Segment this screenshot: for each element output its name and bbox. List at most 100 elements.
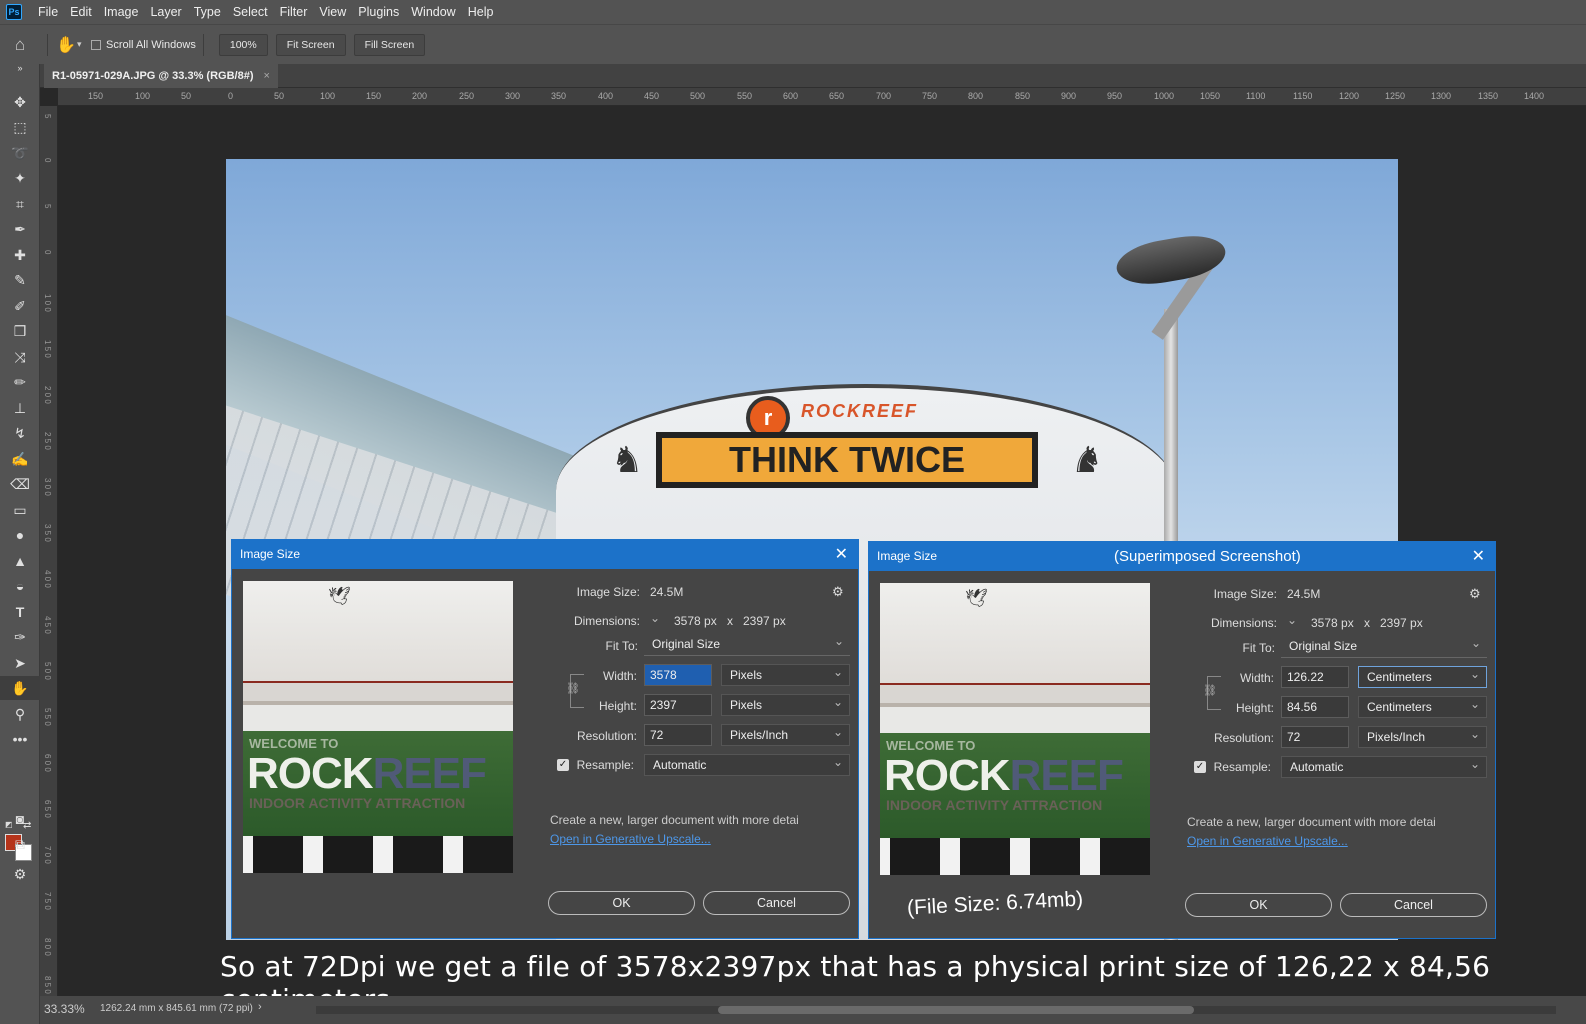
- ruler-tick: 6 5 0: [43, 800, 52, 818]
- preview-windows: [880, 838, 1150, 875]
- chevron-down-icon[interactable]: ▾: [77, 39, 91, 50]
- fit-to-select[interactable]: Original Size: [644, 631, 850, 656]
- close-icon[interactable]: ✕: [835, 540, 848, 569]
- shuffle-tool-icon[interactable]: ⤨: [0, 345, 40, 369]
- clone-stamp-icon[interactable]: ⊥: [0, 396, 40, 420]
- collapse-icon[interactable]: »: [0, 63, 40, 73]
- eraser-tool-icon[interactable]: ⌫: [0, 472, 40, 496]
- gear-icon[interactable]: ⚙: [1469, 586, 1481, 602]
- ruler-tick: 650: [829, 91, 845, 101]
- ok-button[interactable]: OK: [1185, 893, 1332, 917]
- menu-select[interactable]: Select: [227, 0, 274, 24]
- quick-mask-icon[interactable]: ◙: [0, 807, 40, 831]
- ruler-tick: 1 0 0: [43, 294, 52, 312]
- height-unit-select[interactable]: Centimeters: [1358, 694, 1487, 718]
- horizontal-scrollbar[interactable]: [316, 1006, 1556, 1014]
- width-unit-select[interactable]: Centimeters: [1358, 664, 1487, 688]
- fit-screen-button[interactable]: Fit Screen: [275, 33, 346, 56]
- close-icon[interactable]: ×: [264, 64, 270, 88]
- menu-help[interactable]: Help: [462, 0, 500, 24]
- cancel-button[interactable]: Cancel: [703, 891, 850, 915]
- blur-tool-icon[interactable]: ●: [0, 523, 40, 547]
- ruler-tick: 4 5 0: [43, 616, 52, 634]
- menu-file[interactable]: File: [32, 0, 64, 24]
- fill-screen-button[interactable]: Fill Screen: [353, 33, 426, 56]
- ruler-tick: 200: [412, 91, 428, 101]
- resolution-unit-select[interactable]: Pixels/Inch: [1358, 724, 1487, 748]
- menu-view[interactable]: View: [313, 0, 352, 24]
- image-preview[interactable]: 🕊 WELCOME TO ROCKREEF INDOOR ACTIVITY AT…: [243, 581, 513, 873]
- seahorse-icon: ♞: [1071, 439, 1104, 480]
- scroll-all-checkbox[interactable]: [91, 39, 101, 50]
- screen-mode-icon[interactable]: ⧉: [0, 832, 40, 856]
- menu-layer[interactable]: Layer: [144, 0, 187, 24]
- height-field[interactable]: 84.56: [1281, 696, 1349, 718]
- brush-tool-icon[interactable]: ✎: [0, 268, 40, 292]
- dodge-tool-icon[interactable]: ◒: [0, 574, 40, 598]
- healing-brush-icon[interactable]: ✚: [0, 243, 40, 267]
- menu-filter[interactable]: Filter: [274, 0, 314, 24]
- resolution-field[interactable]: 72: [644, 724, 712, 746]
- width-field[interactable]: 126.22: [1281, 666, 1349, 688]
- ruler-tick: 50: [181, 91, 192, 101]
- cancel-button[interactable]: Cancel: [1340, 893, 1487, 917]
- height-field[interactable]: 2397: [644, 694, 712, 716]
- link-icon[interactable]: ⛓: [566, 682, 580, 695]
- link-icon[interactable]: ⛓: [1203, 684, 1217, 697]
- ruler-tick: 2 0 0: [43, 386, 52, 404]
- generative-icon[interactable]: ⚙: [0, 862, 40, 886]
- history-brush-icon[interactable]: ↯: [0, 421, 40, 445]
- height-unit-select[interactable]: Pixels: [721, 692, 850, 716]
- magic-wand-icon[interactable]: ✦: [0, 166, 40, 190]
- move-tool-icon[interactable]: ✥: [0, 90, 40, 114]
- stamp-tool-icon[interactable]: ❒: [0, 319, 40, 343]
- file-size-note: (File Size: 6.74mb): [906, 887, 1084, 920]
- menu-image[interactable]: Image: [98, 0, 145, 24]
- zoom-tool-icon[interactable]: ⚲: [0, 702, 40, 726]
- zoom-level[interactable]: 33.33%: [44, 1002, 85, 1016]
- lasso-tool-icon[interactable]: ➰: [0, 141, 40, 165]
- zoom-100-button[interactable]: 100%: [218, 33, 268, 56]
- scrollbar-thumb[interactable]: [718, 1006, 1194, 1014]
- gear-icon[interactable]: ⚙: [832, 584, 844, 600]
- resolution-field[interactable]: 72: [1281, 726, 1349, 748]
- menu-plugins[interactable]: Plugins: [352, 0, 405, 24]
- menu-type[interactable]: Type: [188, 0, 227, 24]
- chevron-down-icon[interactable]: ⌄: [650, 611, 660, 625]
- home-icon[interactable]: ⌂: [0, 35, 40, 55]
- chevron-right-icon[interactable]: ›: [258, 1001, 262, 1013]
- eyedropper-icon[interactable]: ✒: [0, 217, 40, 241]
- crop-tool-icon[interactable]: ⌗: [0, 192, 40, 216]
- gradient-tool-icon[interactable]: ▭: [0, 498, 40, 522]
- pen-tool-icon[interactable]: ✑: [0, 625, 40, 649]
- generative-upscale-link[interactable]: Open in Generative Upscale...: [550, 832, 711, 846]
- marquee-tool-icon[interactable]: ⬚: [0, 115, 40, 139]
- more-tools-icon[interactable]: •••: [0, 727, 40, 751]
- resample-select[interactable]: Automatic: [1281, 754, 1487, 778]
- logo-wordmark: ROCKREEF: [801, 401, 919, 421]
- chevron-down-icon[interactable]: ⌄: [1287, 613, 1297, 627]
- menu-window[interactable]: Window: [405, 0, 461, 24]
- image-preview[interactable]: 🕊 WELCOME TO ROCKREEF INDOOR ACTIVITY AT…: [880, 583, 1150, 875]
- pencil-tool-icon[interactable]: ✏: [0, 370, 40, 394]
- menu-edit[interactable]: Edit: [64, 0, 98, 24]
- type-tool-icon[interactable]: T: [0, 600, 40, 624]
- fit-to-select[interactable]: Original Size: [1281, 633, 1487, 658]
- ok-button[interactable]: OK: [548, 891, 695, 915]
- mixer-brush-icon[interactable]: ✍: [0, 447, 40, 471]
- hand-tool-icon[interactable]: ✋: [0, 676, 40, 700]
- close-icon[interactable]: ✕: [1472, 542, 1485, 571]
- hand-tool-preset-icon[interactable]: ✋: [55, 35, 77, 55]
- resample-checkbox[interactable]: ✓: [1194, 761, 1206, 773]
- sharpen-tool-icon[interactable]: ▲: [0, 549, 40, 573]
- resample-checkbox[interactable]: ✓: [557, 759, 569, 771]
- brush-tool-2-icon[interactable]: ✐: [0, 294, 40, 318]
- width-unit-select[interactable]: Pixels: [721, 662, 850, 686]
- photoshop-logo[interactable]: Ps: [6, 4, 22, 20]
- resample-select[interactable]: Automatic: [644, 752, 850, 776]
- document-tab[interactable]: R1-05971-029A.JPG @ 33.3% (RGB/8#) ×: [44, 64, 278, 88]
- path-selection-icon[interactable]: ➤: [0, 651, 40, 675]
- generative-upscale-link[interactable]: Open in Generative Upscale...: [1187, 834, 1348, 848]
- width-field[interactable]: 3578: [644, 664, 712, 686]
- resolution-unit-select[interactable]: Pixels/Inch: [721, 722, 850, 746]
